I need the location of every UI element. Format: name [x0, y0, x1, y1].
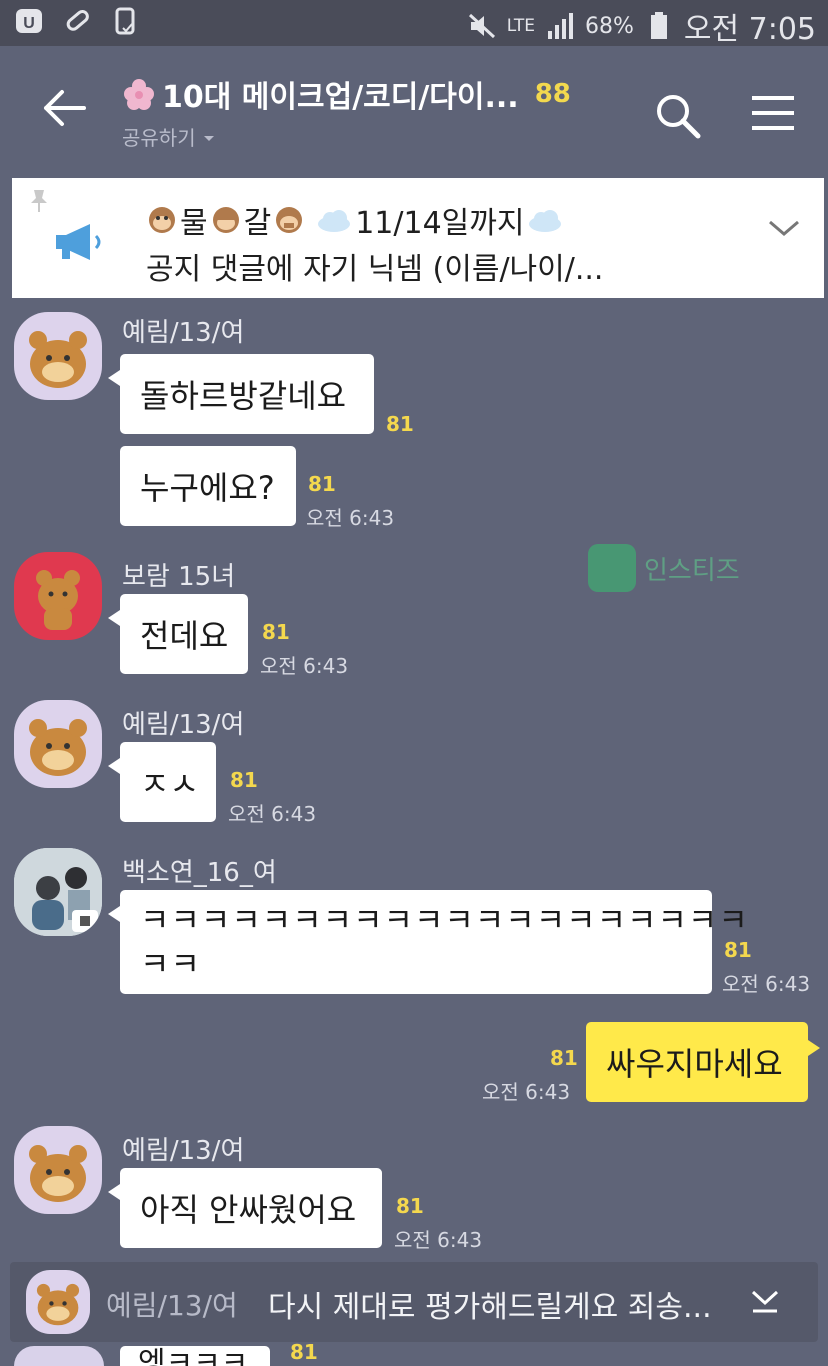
status-clock: 오전 7:05: [683, 12, 816, 47]
message-time: 오전 6:43: [722, 972, 811, 996]
search-icon[interactable]: [652, 90, 704, 142]
pill-icon: [62, 6, 92, 36]
sender-name: 예림/13/여: [122, 1136, 245, 1166]
message-bubble[interactable]: 아직 안싸웠어요: [108, 1168, 382, 1248]
message-text-line: ㅋㅋㅋㅋㅋㅋㅋㅋㅋㅋㅋㅋㅋㅋㅋㅋㅋㅋㅋㅋ: [140, 901, 749, 939]
avatar[interactable]: [14, 552, 102, 640]
status-bar: U LTE 68% 오전 7:05: [0, 0, 828, 47]
chat-header: 10대 메이크업/코디/다이... 88 공유하기: [0, 46, 828, 170]
sender-name: 보람 15녀: [122, 562, 236, 592]
back-arrow-icon[interactable]: [40, 88, 90, 128]
unread-count: 81: [230, 768, 258, 792]
message-bubble[interactable]: ㅈㅅ: [108, 742, 216, 822]
unread-count: 81: [262, 620, 290, 644]
watermark: 인스티즈: [588, 544, 740, 592]
unread-count: 81: [308, 472, 336, 496]
avatar[interactable]: [14, 700, 102, 788]
avatar: [26, 1270, 90, 1334]
watermark-text: 인스티즈: [644, 555, 740, 586]
chevron-down-icon: [202, 125, 216, 149]
network-type: LTE: [506, 16, 535, 36]
member-count: 88: [534, 79, 571, 109]
expand-chevron-icon[interactable]: [764, 216, 804, 244]
scroll-to-bottom-icon[interactable]: [748, 1286, 782, 1320]
unread-count: 81: [550, 1046, 578, 1070]
message-time: 오전 6:43: [394, 1228, 483, 1252]
message-time: 오전 6:43: [260, 654, 349, 678]
cloud-emoji-icon: [315, 205, 353, 235]
sender-name: 예림/13/여: [122, 710, 245, 740]
unread-count: 81: [386, 412, 414, 436]
sender-name: 백소연_16_여: [122, 858, 277, 888]
phone-check-icon: [110, 6, 140, 36]
avatar[interactable]: [14, 848, 102, 936]
new-message-preview[interactable]: 예림/13/여 다시 제대로 평가해드릴게요 죄송...: [10, 1262, 818, 1342]
monkey-emoji-icon: [146, 205, 178, 235]
monkey-emoji-icon: [210, 205, 242, 235]
notice-date: 11/14일까지: [355, 206, 525, 241]
share-label[interactable]: 공유하기: [122, 122, 196, 151]
message-time: 오전 6:43: [482, 1080, 571, 1104]
monkey-emoji-icon: [273, 205, 305, 235]
chat-title-area[interactable]: 10대 메이크업/코디/다이... 88 공유하기: [122, 72, 571, 151]
message-text-line: ㅋㅋ: [140, 945, 201, 983]
preview-sender: 예림/13/여: [106, 1289, 238, 1322]
battery-percent: 68%: [584, 13, 634, 39]
notice-word-1: 물: [180, 206, 208, 241]
unread-count: 81: [724, 938, 752, 962]
message-bubble[interactable]: 누구에요?: [120, 446, 296, 526]
mute-icon: [467, 11, 497, 41]
message-bubble[interactable]: 전데요: [108, 594, 248, 674]
menu-icon[interactable]: [748, 92, 798, 134]
sender-name: 예림/13/여: [122, 318, 245, 348]
preview-text: 다시 제대로 평가해드릴게요 죄송...: [268, 1290, 712, 1325]
avatar[interactable]: [14, 1126, 102, 1214]
message-bubble[interactable]: 돌하르방같네요: [108, 354, 374, 434]
cloud-emoji-icon: [526, 205, 564, 235]
svg-text:U: U: [23, 15, 35, 32]
megaphone-icon: [52, 222, 106, 266]
unread-count: 81: [396, 1194, 424, 1218]
signal-icon: [545, 11, 575, 41]
message-time: 오전 6:43: [306, 506, 395, 530]
avatar[interactable]: [14, 1346, 104, 1366]
watermark-logo-icon: [588, 544, 636, 592]
message-time: 오전 6:43: [228, 802, 317, 826]
message-bubble[interactable]: ㅋㅋㅋㅋㅋㅋㅋㅋㅋㅋㅋㅋㅋㅋㅋㅋㅋㅋㅋㅋ ㅋㅋ: [108, 890, 748, 994]
chat-title: 10대 메이크업/코디/다이...: [162, 80, 519, 115]
unread-count: 81: [290, 1340, 318, 1364]
avatar[interactable]: [14, 312, 102, 400]
app-notification-icon: U: [14, 6, 44, 36]
my-message-bubble[interactable]: 싸우지마세요: [586, 1022, 820, 1102]
message-text: 엥ㅋㅋㅋ: [138, 1346, 249, 1366]
flower-icon: [122, 77, 156, 111]
notice-banner[interactable]: 물 갈 11/14일까지 공지 댓글에 자기 닉넴 (이름/나이/...: [12, 178, 824, 298]
notice-line-1: 물 갈 11/14일까지: [146, 198, 564, 242]
message-bubble[interactable]: 엥ㅋㅋㅋ: [120, 1346, 270, 1366]
battery-icon: [644, 11, 674, 41]
notice-line-2: 공지 댓글에 자기 닉넴 (이름/나이/...: [146, 252, 604, 287]
notice-word-2: 갈: [243, 206, 272, 241]
pin-icon: [28, 188, 50, 218]
